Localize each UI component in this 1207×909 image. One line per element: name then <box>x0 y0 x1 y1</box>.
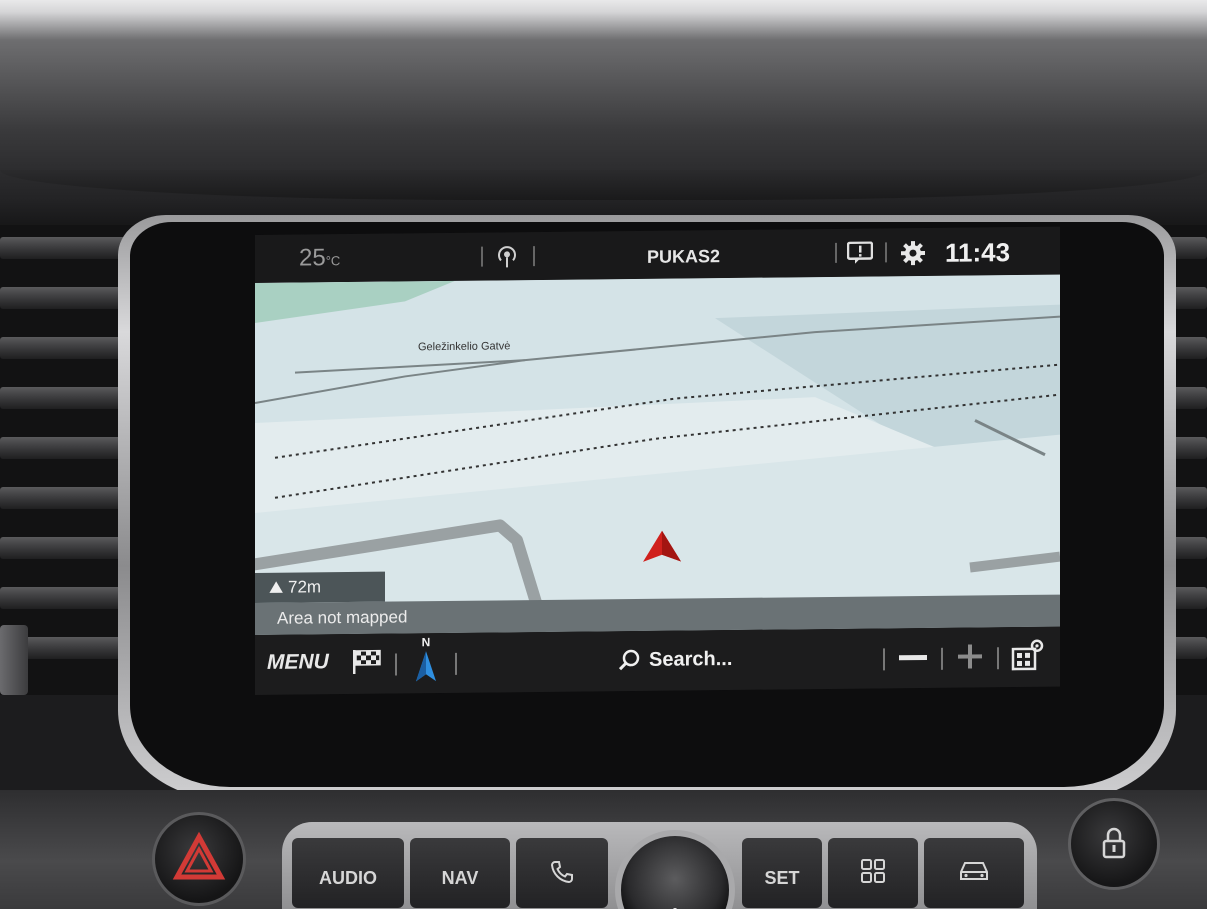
navigation-toolbar: MENU N Search... <box>255 626 1060 695</box>
clock-time: 11:43 <box>945 237 1011 268</box>
street-name-label: Geležinkelio Gatvė <box>418 340 511 354</box>
gps-signal-icon <box>498 246 516 268</box>
compass-icon: N <box>416 635 436 682</box>
apps-grid-icon <box>861 859 885 883</box>
toolbar-divider <box>941 647 943 670</box>
navigation-map[interactable]: Geležinkelio Gatvė ⛰ 72m Area not mapped <box>255 274 1060 635</box>
connected-device-name: PUKAS2 <box>647 246 721 267</box>
audio-button[interactable]: AUDIO <box>292 838 404 908</box>
central-lock-button[interactable] <box>1068 798 1160 890</box>
nav-button[interactable]: NAV <box>410 838 510 908</box>
status-divider <box>835 242 837 263</box>
status-divider <box>533 246 535 267</box>
touch-display: 25°C PUKAS2 11:43 Geležinkelio Gatvė ⛰ 7… <box>255 226 1060 695</box>
compass-button[interactable]: N <box>413 635 439 685</box>
hazard-icon <box>172 831 226 880</box>
altitude-value: 72m <box>288 577 322 597</box>
apps-button[interactable] <box>828 838 918 908</box>
search-button[interactable]: Search... <box>617 644 732 675</box>
power-volume-knob[interactable] <box>615 830 735 909</box>
vehicle-button[interactable] <box>924 838 1024 908</box>
destination-flag-icon[interactable] <box>350 648 384 676</box>
vent-adjuster[interactable] <box>0 625 28 695</box>
settings-gear-icon[interactable] <box>900 240 926 266</box>
compass-north-letter: N <box>422 635 431 649</box>
temperature-value: 25 <box>299 244 326 272</box>
hazard-button[interactable] <box>152 812 246 906</box>
toolbar-divider <box>455 652 457 675</box>
power-icon <box>673 908 677 909</box>
toolbar-divider <box>997 647 999 670</box>
phone-icon <box>550 861 573 884</box>
status-divider <box>885 242 887 263</box>
status-divider <box>481 246 483 267</box>
zoom-in-icon[interactable] <box>955 641 985 671</box>
infotainment-scene: 25°C PUKAS2 11:43 Geležinkelio Gatvė ⛰ 7… <box>0 0 1207 909</box>
zoom-out-icon[interactable] <box>895 642 931 672</box>
altitude-indicator: ⛰ 72m <box>255 571 385 603</box>
toolbar-divider <box>395 653 397 676</box>
outside-temperature: 25°C <box>299 244 340 272</box>
menu-button[interactable]: MENU <box>267 650 329 675</box>
settings-button[interactable]: SET <box>742 838 822 908</box>
message-icon[interactable] <box>847 241 873 264</box>
phone-button[interactable] <box>516 838 608 908</box>
temperature-unit: °C <box>325 253 341 269</box>
toolbar-divider <box>883 648 885 671</box>
search-icon <box>618 649 640 671</box>
car-icon <box>960 862 988 880</box>
mountain-icon: ⛰ <box>269 577 284 597</box>
map-view-icon[interactable] <box>1010 637 1046 673</box>
status-bar: 25°C PUKAS2 11:43 <box>255 226 1060 283</box>
lock-icon <box>1102 827 1126 859</box>
search-label: Search... <box>649 647 733 671</box>
